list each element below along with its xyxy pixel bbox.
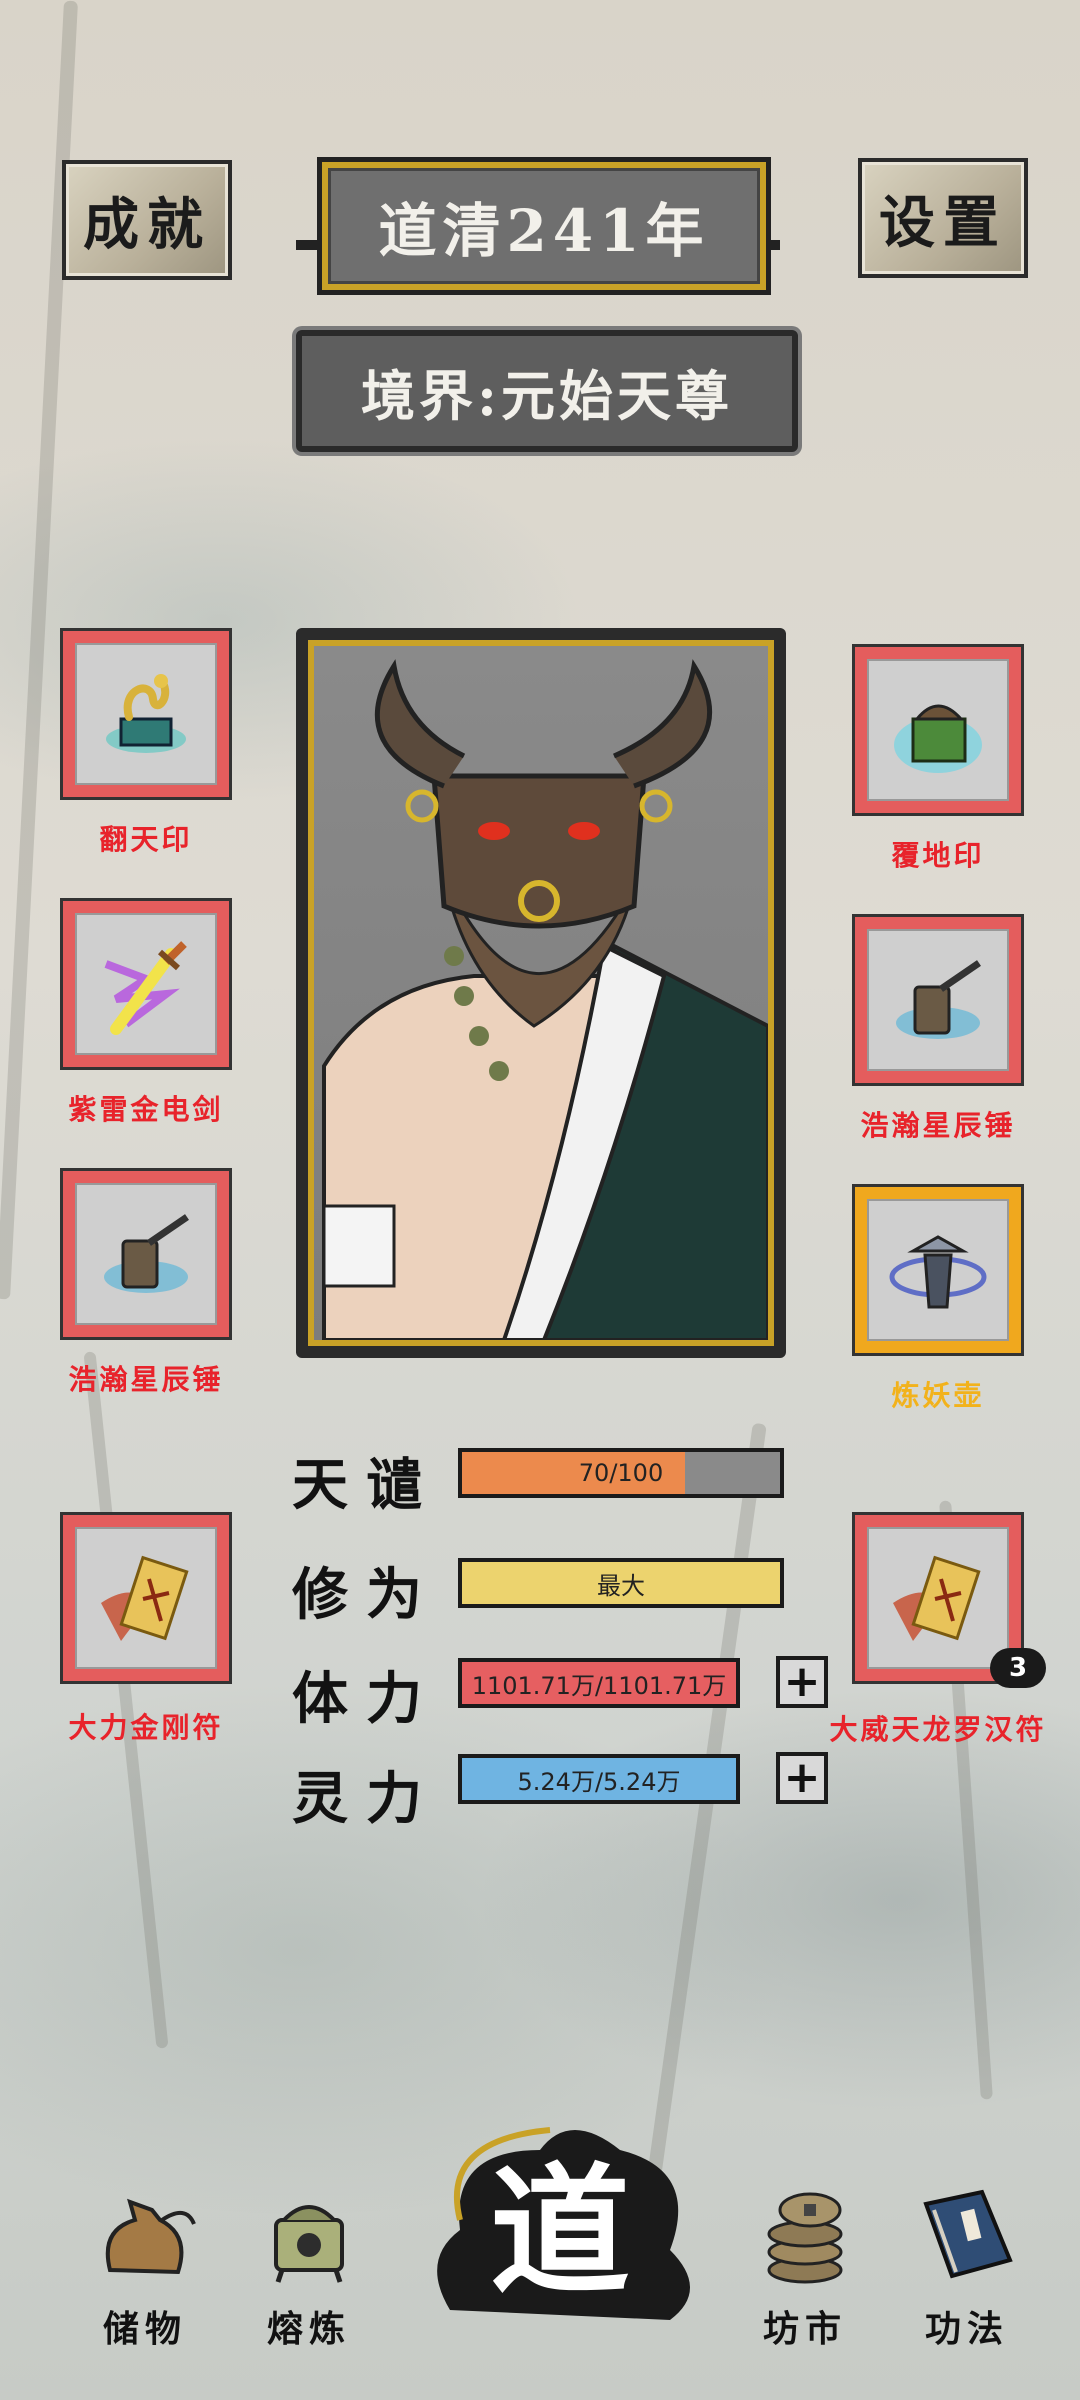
stat-label-spirit: 灵力 [292,1766,440,1832]
tribulation-value: 70/100 [578,1459,664,1487]
equipment-slot-right-2[interactable] [852,914,1024,1086]
nav-skills-label: 功法 [924,2308,1009,2350]
slot-label: 大力金刚符 [68,1711,224,1744]
spirit-value: 5.24万/5.24万 [517,1767,681,1796]
coins-stack-icon [767,2192,843,2284]
equipment-slot-left-2[interactable] [60,898,232,1070]
year-plaque: 道清241年 [322,162,766,290]
spirit-add-button[interactable]: + [776,1752,828,1804]
star-hammer-icon [75,1183,217,1325]
nav-market-label: 坊市 [762,2308,847,2350]
demon-refining-pot-icon [867,1199,1009,1341]
spirit-bar: 5.24万/5.24万 [458,1754,740,1804]
cultivation-value: 最大 [597,1571,645,1600]
nav-storage-label: 储物 [102,2308,187,2350]
item-count-badge: 3 [990,1648,1046,1688]
stat-label-tribulation: 天谴 [292,1452,440,1518]
achievement-label: 成就 [83,191,211,258]
slot-label: 浩瀚星辰锤 [68,1363,224,1396]
nav-dao-label: 道 [489,2150,630,2314]
stat-label-stamina: 体力 [292,1666,440,1732]
equipment-slot-right-1[interactable] [852,644,1024,816]
manual-book-icon [923,2189,1013,2279]
equipment-slot-left-3[interactable] [60,1168,232,1340]
equipment-slot-left-1[interactable] [60,628,232,800]
realm-plaque: 境界:元始天尊 [296,330,798,452]
stamina-value: 1101.71万/1101.71万 [471,1671,727,1700]
achievement-button[interactable]: 成就 [62,160,232,280]
settings-button[interactable]: 设置 [858,158,1028,278]
realm-text: 境界:元始天尊 [361,363,733,428]
slot-label: 大威天龙罗汉符 [829,1713,1047,1746]
slot-label: 紫雷金电剑 [68,1093,224,1126]
nav-market[interactable]: 坊市 [730,2180,880,2352]
cultivation-bar: 最大 [458,1558,784,1608]
talisman-scroll-icon [867,1527,1009,1669]
stat-label-cultivation: 修为 [292,1562,440,1628]
earth-seal-icon [867,659,1009,801]
nav-smelting-label: 熔炼 [266,2308,351,2350]
cauldron-icon [274,2205,344,2283]
stamina-add-button[interactable]: + [776,1656,828,1708]
talisman-scroll-icon [75,1527,217,1669]
nav-smelting[interactable]: 熔炼 [234,2180,384,2352]
nav-dao[interactable]: 道 [420,2110,700,2330]
equipment-slot-right-3[interactable] [852,1184,1024,1356]
nav-storage[interactable]: 储物 [70,2180,220,2352]
star-hammer-icon [867,929,1009,1071]
year-text: 道清241年 [378,197,710,265]
character-portrait [296,628,786,1358]
slot-label: 覆地印 [891,839,985,872]
slot-label: 翻天印 [99,823,193,856]
tribulation-bar: 70/100 [458,1448,784,1498]
pouch-icon [105,2198,196,2275]
slot-label: 浩瀚星辰锤 [860,1109,1016,1142]
stamina-bar: 1101.71万/1101.71万 [458,1658,740,1708]
talisman-slot-left[interactable] [60,1512,232,1684]
jade-seal-dragon-icon [75,643,217,785]
settings-label: 设置 [879,189,1007,256]
slot-label: 炼妖壶 [891,1379,985,1412]
minotaur-character-image [308,640,774,1346]
nav-skills[interactable]: 功法 [892,2180,1042,2352]
lightning-sword-icon [75,913,217,1055]
